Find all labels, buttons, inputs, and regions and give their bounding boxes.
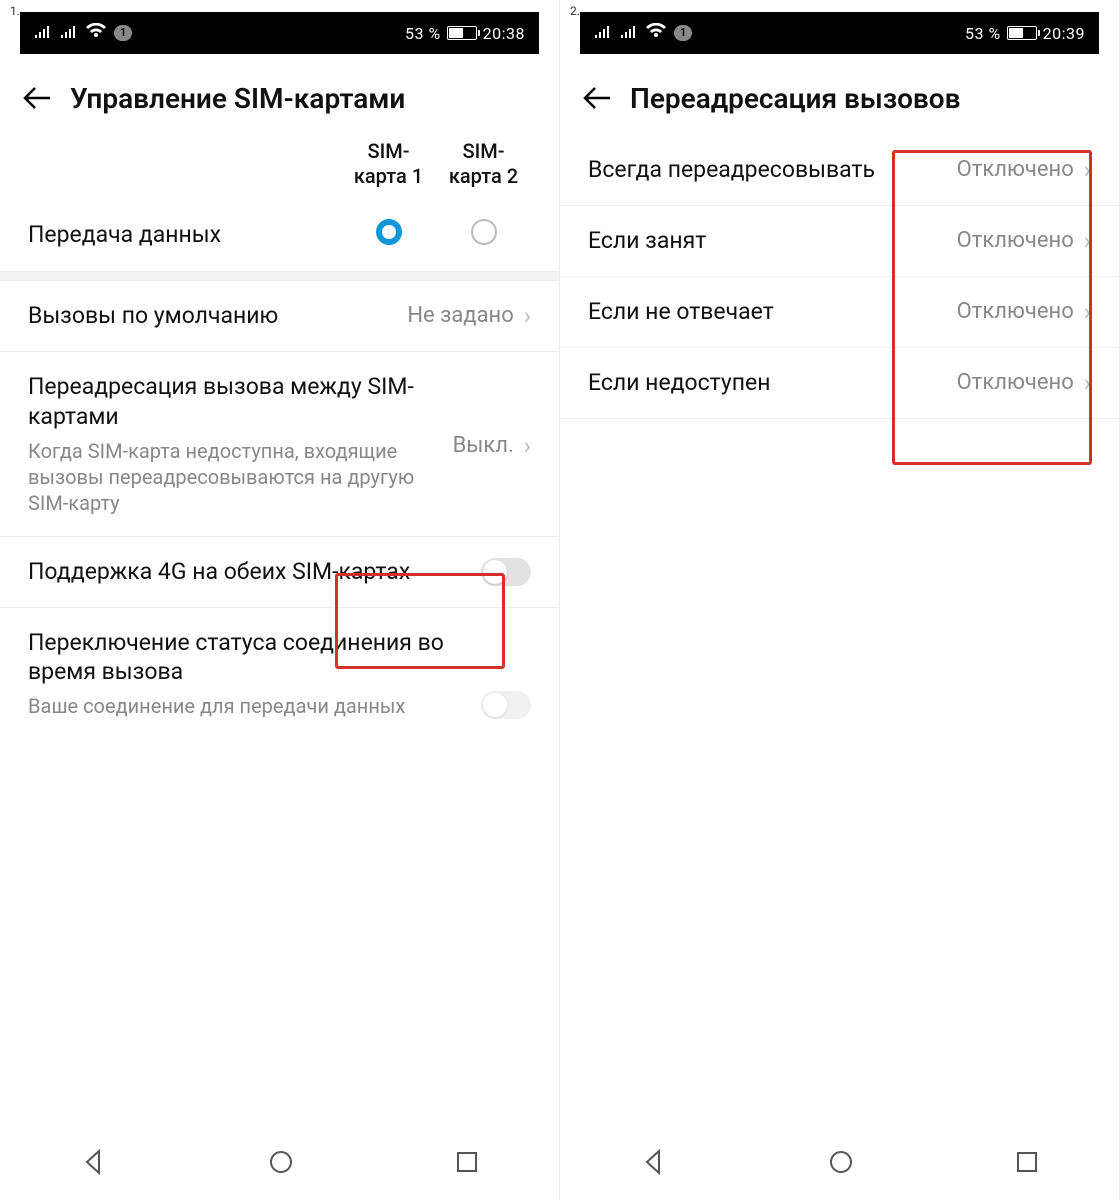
row-default-calls[interactable]: Вызовы по умолчанию Не задано › <box>0 281 559 352</box>
sim-badge: 1 <box>674 25 692 41</box>
battery-icon <box>447 26 477 40</box>
row-forward-unreachable[interactable]: Если недоступен Отключено › <box>560 348 1119 419</box>
shot-number-label: 2. <box>570 4 580 18</box>
row-value: Отключено <box>957 157 1074 182</box>
chevron-right-icon: › <box>1084 369 1091 397</box>
row-value: Выкл. <box>453 433 514 458</box>
row-label: Если недоступен <box>588 368 947 398</box>
signal-icon <box>594 26 612 40</box>
radio-sim1[interactable] <box>376 219 402 245</box>
row-label: Если занят <box>588 226 947 256</box>
battery-pct: 53 % <box>965 24 1001 43</box>
row-sublabel: Ваше соединение для передачи данных <box>28 693 471 719</box>
row-label: Передача данных <box>28 220 331 250</box>
battery-icon <box>1007 26 1037 40</box>
app-header: Управление SIM-картами <box>0 54 559 135</box>
row-call-forwarding[interactable]: Переадресация вызова между SIM-картами К… <box>0 352 559 537</box>
radio-sim2[interactable] <box>471 219 497 245</box>
row-label: Переадресация вызова между SIM-картами <box>28 372 443 432</box>
nav-back-button[interactable] <box>641 1149 667 1175</box>
row-label: Если не отвечает <box>588 297 947 327</box>
row-forward-busy[interactable]: Если занят Отключено › <box>560 206 1119 277</box>
row-forward-noanswer[interactable]: Если не отвечает Отключено › <box>560 277 1119 348</box>
nav-recent-button[interactable] <box>455 1150 479 1174</box>
nav-back-button[interactable] <box>81 1149 107 1175</box>
wifi-icon <box>86 23 106 43</box>
toggle-switch[interactable] <box>481 691 531 719</box>
chevron-right-icon: › <box>524 432 531 460</box>
row-data-transfer[interactable]: Передача данных <box>0 199 559 271</box>
row-label: Всегда переадресовывать <box>588 155 947 185</box>
row-switch-connection[interactable]: Переключение статуса соединения во время… <box>0 608 559 740</box>
shot-number-label: 1. <box>10 4 20 18</box>
section-divider <box>0 271 559 281</box>
navigation-bar <box>560 1134 1119 1190</box>
clock: 20:38 <box>483 24 525 43</box>
battery-pct: 53 % <box>405 24 441 43</box>
clock: 20:39 <box>1043 24 1085 43</box>
chevron-right-icon: › <box>1084 156 1091 184</box>
row-label: Переключение статуса соединения во время… <box>28 628 471 688</box>
row-4g-both[interactable]: Поддержка 4G на обеих SIM-картах <box>0 537 559 608</box>
row-label: Поддержка 4G на обеих SIM-картах <box>28 557 471 587</box>
nav-recent-button[interactable] <box>1015 1150 1039 1174</box>
page-title: Управление SIM-картами <box>70 82 405 115</box>
app-header: Переадресация вызовов <box>560 54 1119 135</box>
sim2-header: SIM-карта 2 <box>436 139 531 189</box>
row-label: Вызовы по умолчанию <box>28 301 397 331</box>
wifi-icon <box>646 23 666 43</box>
sim1-header: SIM-карта 1 <box>341 139 436 189</box>
toggle-switch[interactable] <box>481 558 531 586</box>
row-value: Отключено <box>957 370 1074 395</box>
status-bar: 1 53 % 20:38 <box>20 12 539 54</box>
page-title: Переадресация вызовов <box>630 82 961 115</box>
screenshot-2: 2. 1 53 % 20:39 Переадресация вызовов Вс… <box>560 0 1120 1200</box>
sim-badge: 1 <box>114 25 132 41</box>
signal-icon-2 <box>620 26 638 40</box>
sim-column-headers: SIM-карта 1 SIM-карта 2 <box>0 135 559 199</box>
signal-icon <box>34 26 52 40</box>
chevron-right-icon: › <box>1084 298 1091 326</box>
screenshot-1: 1. 1 53 % 20:38 Управление SIM-картами S… <box>0 0 560 1200</box>
row-sublabel: Когда SIM-карта недоступна, входящие выз… <box>28 438 443 516</box>
row-forward-always[interactable]: Всегда переадресовывать Отключено › <box>560 135 1119 206</box>
status-bar: 1 53 % 20:39 <box>580 12 1099 54</box>
chevron-right-icon: › <box>524 302 531 330</box>
navigation-bar <box>0 1134 559 1190</box>
signal-icon-2 <box>60 26 78 40</box>
nav-home-button[interactable] <box>828 1149 854 1175</box>
back-button[interactable] <box>22 83 52 115</box>
row-value: Отключено <box>957 228 1074 253</box>
row-value: Не задано <box>407 303 513 328</box>
chevron-right-icon: › <box>1084 227 1091 255</box>
back-button[interactable] <box>582 83 612 115</box>
row-value: Отключено <box>957 299 1074 324</box>
nav-home-button[interactable] <box>268 1149 294 1175</box>
